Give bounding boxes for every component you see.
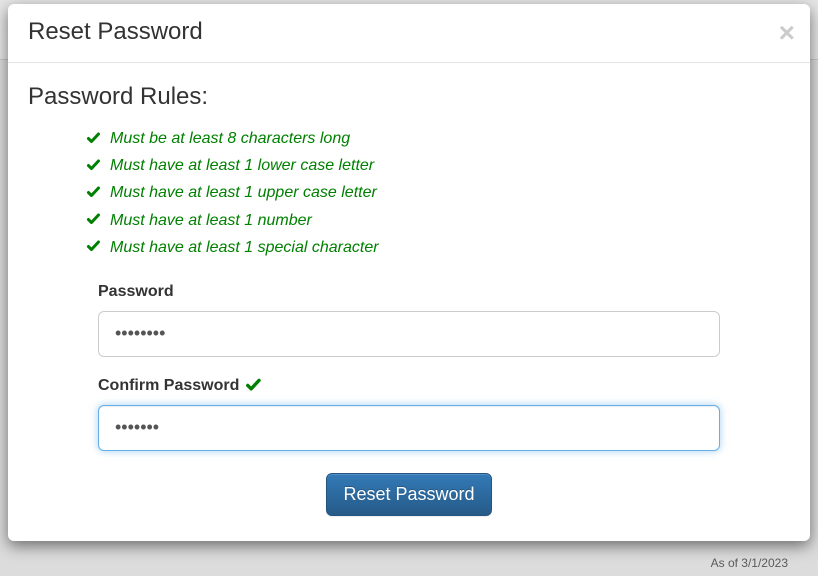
check-icon [245,377,263,395]
rule-item: Must be at least 8 characters long [86,125,790,152]
modal-header: Reset Password × [8,4,810,63]
reset-password-modal: Reset Password × Password Rules: Must be… [8,4,810,541]
rules-heading: Password Rules: [28,83,790,111]
close-button[interactable]: × [779,19,795,47]
check-icon [86,212,102,228]
rule-item: Must have at least 1 number [86,207,790,234]
password-group: Password [98,283,720,357]
rule-item: Must have at least 1 special character [86,234,790,261]
rule-text: Must have at least 1 lower case letter [110,152,374,179]
rule-text: Must have at least 1 number [110,207,312,234]
check-icon [86,131,102,147]
reset-password-button[interactable]: Reset Password [326,473,491,516]
submit-row: Reset Password [28,473,790,516]
rule-text: Must have at least 1 special character [110,234,379,261]
confirm-password-label: Confirm Password [98,377,239,395]
check-icon [86,239,102,255]
modal-title: Reset Password [28,19,203,45]
password-label: Password [98,283,720,301]
check-icon [86,158,102,174]
rules-list: Must be at least 8 characters long Must … [28,125,790,261]
rule-item: Must have at least 1 upper case letter [86,179,790,206]
password-input[interactable] [98,311,720,357]
rule-text: Must be at least 8 characters long [110,125,350,152]
modal-body: Password Rules: Must be at least 8 chara… [8,63,810,541]
check-icon [86,185,102,201]
confirm-password-input[interactable] [98,405,720,451]
confirm-password-group: Confirm Password [98,377,720,451]
rule-text: Must have at least 1 upper case letter [110,179,377,206]
rule-item: Must have at least 1 lower case letter [86,152,790,179]
